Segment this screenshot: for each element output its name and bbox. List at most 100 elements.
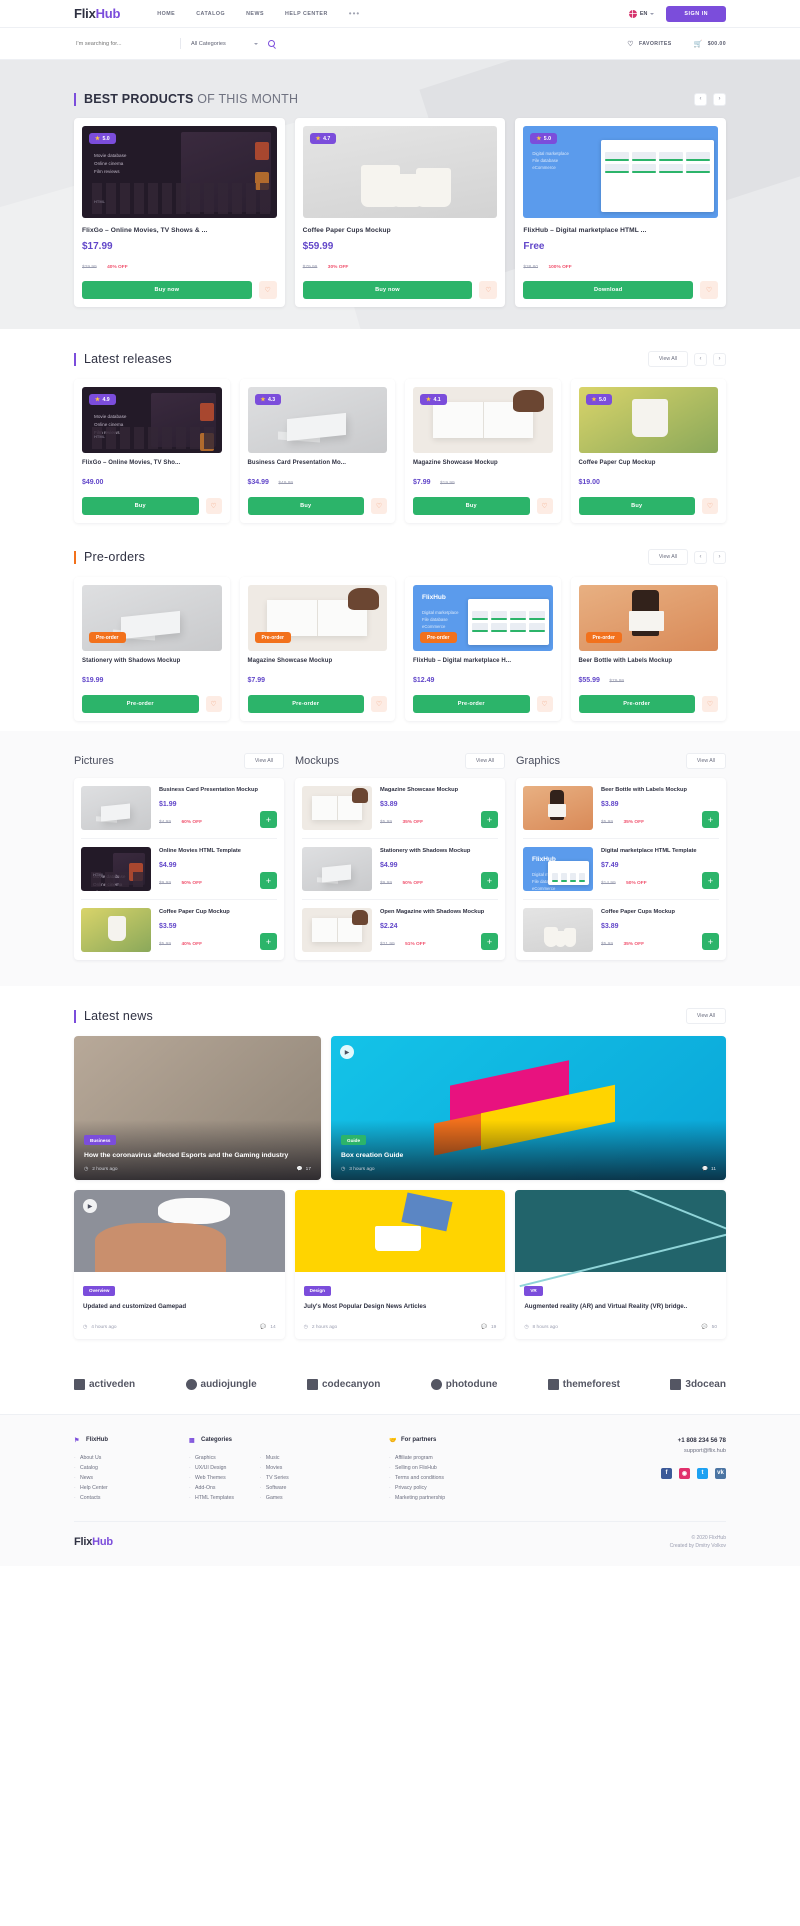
favorite-icon[interactable]: ♡ xyxy=(371,498,387,514)
add-to-cart-button[interactable]: + xyxy=(481,933,498,950)
news-card-featured[interactable]: Guide Box creation Guide ◷ 3 hours ago 💬… xyxy=(331,1036,726,1180)
add-to-cart-button[interactable]: + xyxy=(260,811,277,828)
list-item[interactable]: Magazine Showcase Mockup $3.89 $5.99 35%… xyxy=(302,778,498,839)
footer-link[interactable]: HTML Templates xyxy=(189,1493,234,1503)
social-icon-3[interactable]: vk xyxy=(715,1467,726,1479)
footer-link[interactable]: Games xyxy=(260,1493,289,1503)
next-arrow-button[interactable]: › xyxy=(713,352,726,366)
buy-button[interactable]: Buy xyxy=(578,497,695,515)
footer-link[interactable]: Graphics xyxy=(189,1453,234,1463)
prev-arrow-button[interactable]: ‹ xyxy=(694,92,707,106)
product-title[interactable]: FlixGo – Online Movies, TV Shows & ... xyxy=(82,227,277,234)
brand-logo[interactable]: themeforest xyxy=(547,1378,620,1390)
item-title[interactable]: Business Card Presentation Mockup xyxy=(159,786,277,795)
footer-link[interactable]: Software xyxy=(260,1483,289,1493)
product-title[interactable]: Stationery with Shadows Mockup xyxy=(82,658,222,664)
buy-button[interactable]: Buy now xyxy=(82,281,252,299)
news-tag[interactable]: Design xyxy=(303,1285,331,1296)
favorite-icon[interactable]: ♡ xyxy=(536,498,553,514)
favorite-icon[interactable]: ♡ xyxy=(536,696,553,712)
footer-link[interactable]: Contacts xyxy=(74,1493,108,1503)
footer-link[interactable]: About Us xyxy=(74,1453,108,1463)
footer-link[interactable]: Web Themes xyxy=(189,1473,234,1483)
footer-link[interactable]: TV Series xyxy=(260,1473,289,1483)
footer-link[interactable]: Marketing partnership xyxy=(389,1493,445,1503)
footer-logo[interactable]: FlixHub xyxy=(74,1536,113,1548)
item-title[interactable]: Stationery with Shadows Mockup xyxy=(380,847,498,856)
news-tag[interactable]: Business xyxy=(84,1135,117,1145)
product-title[interactable]: FlixGo – Online Movies, TV Sho... xyxy=(82,460,222,466)
footer-link[interactable]: News xyxy=(74,1473,108,1483)
preorder-button[interactable]: Pre-order xyxy=(578,695,695,713)
footer-link[interactable]: Catalog xyxy=(74,1463,108,1473)
favorite-icon[interactable]: ♡ xyxy=(702,696,718,712)
view-all-button[interactable]: View All xyxy=(685,1008,726,1024)
product-title[interactable]: Business Card Presentation Mo... xyxy=(248,460,388,466)
item-title[interactable]: Digital marketplace HTML Template xyxy=(601,847,719,856)
buy-button[interactable]: Buy xyxy=(247,497,364,515)
favorites-link[interactable]: ♡ FAVORITES xyxy=(627,40,671,48)
product-title[interactable]: Coffee Paper Cup Mockup xyxy=(579,460,719,466)
favorite-icon[interactable]: ♡ xyxy=(479,281,498,299)
product-card[interactable]: FlixHubDigital marketplaceFile databasee… xyxy=(405,577,561,721)
brand-logo[interactable]: 3docean xyxy=(670,1378,726,1390)
product-card[interactable]: ★ 4.7 Coffee Paper Cups Mockup $59.99 $79… xyxy=(294,118,506,307)
news-card[interactable]: VR Augmented reality (AR) and Virtual Re… xyxy=(515,1190,727,1339)
list-item[interactable]: Coffee Paper Cups Mockup $3.89 $5.99 35%… xyxy=(523,900,719,960)
news-title[interactable]: July's Most Popular Design News Articles xyxy=(304,1302,497,1312)
nav-item-help-center[interactable]: HELP CENTER xyxy=(285,11,328,17)
product-card[interactable]: Movie databaseOnline cinemaFilm reviewsH… xyxy=(74,379,230,523)
news-tag[interactable]: VR xyxy=(524,1285,543,1296)
item-title[interactable]: Coffee Paper Cup Mockup xyxy=(159,908,277,917)
footer-phone[interactable]: +1 808 234 56 78 xyxy=(661,1437,726,1444)
news-card[interactable]: Design July's Most Popular Design News A… xyxy=(294,1190,506,1339)
product-title[interactable]: Coffee Paper Cups Mockup xyxy=(303,227,498,234)
news-card-featured[interactable]: Business How the coronavirus affected Es… xyxy=(74,1036,321,1180)
search-input[interactable] xyxy=(74,40,170,47)
product-title[interactable]: FlixHub – Digital marketplace H... xyxy=(413,658,553,664)
preorder-button[interactable]: Pre-order xyxy=(247,695,364,713)
list-item[interactable]: Coffee Paper Cup Mockup $3.59 $5.99 40% … xyxy=(81,900,277,960)
play-icon[interactable]: ▶ xyxy=(340,1045,354,1059)
footer-link[interactable]: Privacy policy xyxy=(389,1483,445,1493)
buy-button[interactable]: Buy xyxy=(82,497,199,515)
nav-item-news[interactable]: NEWS xyxy=(246,11,264,17)
add-to-cart-button[interactable]: + xyxy=(481,872,498,889)
prev-arrow-button[interactable]: ‹ xyxy=(694,550,707,564)
site-logo[interactable]: FlixHub xyxy=(74,6,120,21)
item-title[interactable]: Coffee Paper Cups Mockup xyxy=(601,908,719,917)
product-title[interactable]: Magazine Showcase Mockup xyxy=(248,658,388,664)
add-to-cart-button[interactable]: + xyxy=(702,811,719,828)
buy-button[interactable]: Buy now xyxy=(302,281,473,299)
add-to-cart-button[interactable]: + xyxy=(702,872,719,889)
footer-link[interactable]: Selling on FlixHub xyxy=(389,1463,445,1473)
footer-link[interactable]: Music xyxy=(260,1453,289,1463)
add-to-cart-button[interactable]: + xyxy=(481,811,498,828)
view-all-button[interactable]: View All xyxy=(464,753,505,769)
next-arrow-button[interactable]: › xyxy=(713,550,726,564)
news-title[interactable]: Box creation Guide xyxy=(341,1151,716,1161)
brand-logo[interactable]: audiojungle xyxy=(185,1378,257,1390)
list-item[interactable]: Open Magazine with Shadows Mockup $2.24 … xyxy=(302,900,498,960)
product-card[interactable]: Pre-order Magazine Showcase Mockup $7.99… xyxy=(239,577,395,721)
brand-logo[interactable]: activeden xyxy=(74,1378,135,1390)
favorite-icon[interactable]: ♡ xyxy=(700,281,719,299)
next-arrow-button[interactable]: › xyxy=(713,92,726,106)
view-all-button[interactable]: View All xyxy=(647,351,688,367)
news-tag[interactable]: Guide xyxy=(341,1135,367,1145)
footer-link[interactable]: Help Center xyxy=(74,1483,108,1493)
sign-in-button[interactable]: SIGN IN xyxy=(666,5,726,22)
view-all-button[interactable]: View All xyxy=(685,753,726,769)
product-title[interactable]: Magazine Showcase Mockup xyxy=(413,460,553,466)
product-card[interactable]: ★ 4.3 Business Card Presentation Mo... $3… xyxy=(239,379,395,523)
category-dropdown[interactable]: All Categories xyxy=(191,41,258,47)
product-title[interactable]: FlixHub – Digital marketplace HTML ... xyxy=(523,227,718,234)
product-card[interactable]: ★ 5.0 Coffee Paper Cup Mockup $19.00 Buy … xyxy=(570,379,726,523)
product-card[interactable]: FlixHubDigital marketplaceFile databasee… xyxy=(515,118,727,307)
brand-logo[interactable]: codecanyon xyxy=(307,1378,380,1390)
product-card[interactable]: Movie databaseOnline cinemaFilm reviewsH… xyxy=(74,118,285,307)
product-title[interactable]: Beer Bottle with Labels Mockup xyxy=(579,658,719,664)
preorder-button[interactable]: Pre-order xyxy=(413,695,530,713)
product-card[interactable]: Pre-order Beer Bottle with Labels Mockup… xyxy=(570,577,726,721)
favorite-icon[interactable]: ♡ xyxy=(371,696,387,712)
